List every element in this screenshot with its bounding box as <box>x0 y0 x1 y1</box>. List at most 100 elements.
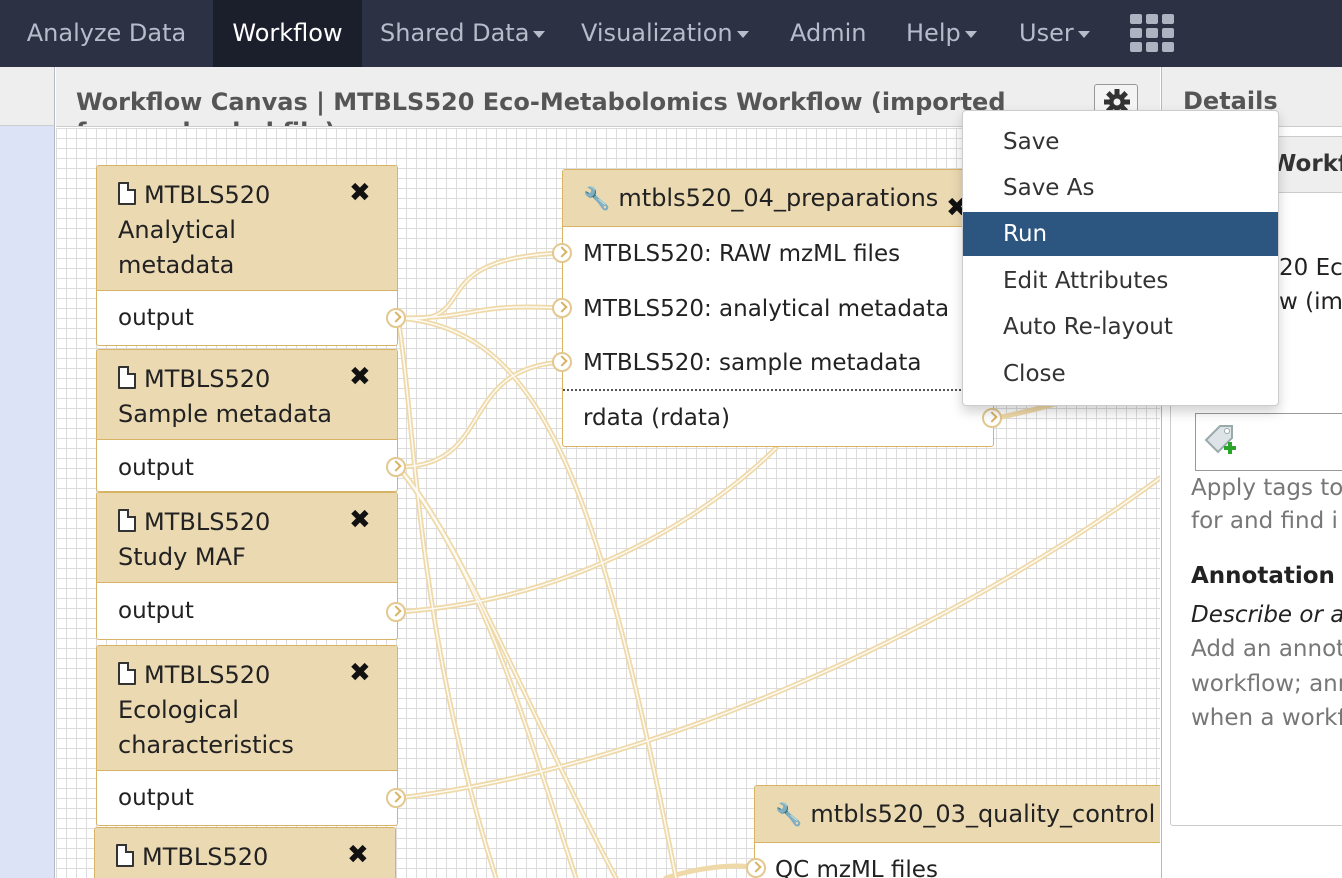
wrench-icon: 🔧 <box>583 187 611 212</box>
workflow-details-box-title: Workflow <box>1271 151 1342 177</box>
node-title: MTBLS520 Sample metadata <box>118 365 332 428</box>
nav-label: Visualization <box>581 19 733 47</box>
node-header[interactable]: 🔧 mtbls520_03_quality_control <box>755 786 1160 843</box>
file-icon <box>118 509 136 532</box>
input-port-icon[interactable] <box>746 858 766 878</box>
node-title: mtbls520_03_quality_control <box>810 800 1156 828</box>
nav-admin[interactable]: Admin <box>790 0 867 67</box>
nav-help[interactable]: Help <box>906 0 977 67</box>
node-output-row: rdata (rdata) <box>563 391 993 445</box>
node-output-row: output <box>97 440 397 491</box>
nav-label: Analyze Data <box>26 19 187 47</box>
annotation-title: Annotation / <box>1191 563 1342 589</box>
menu-item-save-as[interactable]: Save As <box>963 166 1278 210</box>
output-port-icon[interactable] <box>386 308 406 328</box>
tags-editor[interactable] <box>1195 413 1342 471</box>
left-panel-collapsed <box>0 67 55 878</box>
menu-item-auto-relayout[interactable]: Auto Re-layout <box>963 305 1278 349</box>
close-icon[interactable]: ✖ <box>349 503 371 538</box>
nav-shared-data[interactable]: Shared Data <box>380 0 546 67</box>
workflow-tool-node-preparations[interactable]: 🔧 mtbls520_04_preparations ✖ MTBLS520: RA… <box>562 169 994 447</box>
tags-help-text: for and find i <box>1191 508 1338 534</box>
nav-label: Shared Data <box>380 19 530 47</box>
input-port-icon[interactable] <box>552 298 572 318</box>
node-title: MTBLS520 Ecological characteristics <box>118 661 294 759</box>
annotation-help-text: workflow; ann <box>1191 671 1342 697</box>
workflow-node-sample-metadata[interactable]: MTBLS520 Sample metadata ✖ output <box>96 349 398 492</box>
nav-workflow[interactable]: Workflow <box>213 0 362 67</box>
output-label: rdata (rdata) <box>583 405 730 431</box>
wire-highlight <box>397 477 1160 799</box>
node-output-row: output <box>97 291 397 345</box>
file-icon <box>118 662 136 685</box>
nav-label: Admin <box>790 19 867 47</box>
workflow-node-ecological-characteristics[interactable]: MTBLS520 Ecological characteristics ✖ ou… <box>96 645 398 826</box>
input-port-icon[interactable] <box>552 352 572 372</box>
caret-down-icon <box>736 30 749 38</box>
wire-highlight <box>397 447 777 613</box>
output-label: output <box>118 785 194 811</box>
wire <box>395 445 779 615</box>
node-output-row: output <box>97 583 397 639</box>
node-header[interactable]: MTBLS520 ✖ <box>95 828 395 878</box>
menu-item-edit-attributes[interactable]: Edit Attributes <box>963 259 1278 303</box>
nav-label: Workflow <box>232 19 343 47</box>
workflow-tool-node-quality-control[interactable]: 🔧 mtbls520_03_quality_control QC mzML fil… <box>754 785 1160 878</box>
nav-label: Help <box>906 19 961 47</box>
workflow-node-study-maf[interactable]: MTBLS520 Study MAF ✖ output <box>96 492 398 640</box>
wrench-icon: 🔧 <box>775 803 803 828</box>
output-label: output <box>118 455 194 481</box>
output-port-icon[interactable] <box>386 788 406 808</box>
add-tag-icon <box>1204 425 1236 454</box>
output-port-icon[interactable] <box>386 457 406 477</box>
close-icon[interactable]: ✖ <box>349 176 371 211</box>
node-output-row: output <box>97 771 397 825</box>
annotation-help-text: when a workf <box>1191 705 1342 731</box>
menu-item-run[interactable]: Run <box>963 212 1278 256</box>
wire <box>663 863 759 878</box>
workflow-options-menu: Save Save As Run Edit Attributes Auto Re… <box>962 110 1279 406</box>
workflow-canvas-title: Workflow Canvas | MTBLS520 Eco-Metabolom… <box>76 88 1006 126</box>
nav-user[interactable]: User <box>1019 0 1090 67</box>
caret-down-icon <box>533 30 546 38</box>
workflow-node-analytical-metadata[interactable]: MTBLS520 Analytical metadata ✖ output <box>96 165 398 346</box>
node-title: MTBLS520 Analytical metadata <box>118 181 271 279</box>
workflow-name-text[interactable]: 20 Ec <box>1279 255 1342 281</box>
node-input-row: MTBLS520: RAW mzML files <box>583 241 901 267</box>
workflow-name-text[interactable]: w (im <box>1279 289 1342 315</box>
file-icon <box>116 844 134 867</box>
close-icon[interactable]: ✖ <box>349 360 371 395</box>
left-panel-header <box>0 67 55 126</box>
caret-down-icon <box>964 30 977 38</box>
node-input-row: QC mzML files <box>775 857 938 878</box>
input-port-icon[interactable] <box>552 243 572 263</box>
node-title: MTBLS520 <box>142 843 269 871</box>
nav-analyze-data[interactable]: Analyze Data <box>0 0 213 67</box>
node-input-row: MTBLS520: analytical metadata <box>583 296 950 322</box>
output-port-icon[interactable] <box>386 602 406 622</box>
output-port-icon[interactable] <box>982 408 1002 428</box>
node-input-row: MTBLS520: sample metadata <box>563 336 973 391</box>
node-title: mtbls520_04_preparations <box>618 184 939 212</box>
annotation-input[interactable]: Describe or a <box>1191 602 1342 628</box>
nav-label: User <box>1019 19 1074 47</box>
node-header[interactable]: 🔧 mtbls520_04_preparations ✖ <box>563 170 993 227</box>
node-header[interactable]: MTBLS520 Ecological characteristics ✖ <box>97 646 397 771</box>
wire <box>395 464 579 878</box>
node-header[interactable]: MTBLS520 Analytical metadata ✖ <box>97 166 397 291</box>
file-icon <box>118 366 136 389</box>
grid-apps-icon[interactable] <box>1130 14 1176 52</box>
workflow-node-mtbls520[interactable]: MTBLS520 ✖ <box>94 827 396 878</box>
menu-item-close[interactable]: Close <box>963 352 1278 396</box>
node-header[interactable]: MTBLS520 Study MAF ✖ <box>97 493 397 583</box>
top-navbar: Analyze Data Workflow Shared Data Visual… <box>0 0 1342 67</box>
close-icon[interactable]: ✖ <box>347 838 369 873</box>
node-header[interactable]: MTBLS520 Sample metadata ✖ <box>97 350 397 440</box>
caret-down-icon <box>1077 30 1090 38</box>
output-label: output <box>118 305 194 331</box>
close-icon[interactable]: ✖ <box>349 656 371 691</box>
nav-visualization[interactable]: Visualization <box>581 0 749 67</box>
menu-item-save[interactable]: Save <box>963 120 1278 164</box>
file-icon <box>118 182 136 205</box>
tags-help-text: Apply tags to <box>1191 475 1342 501</box>
